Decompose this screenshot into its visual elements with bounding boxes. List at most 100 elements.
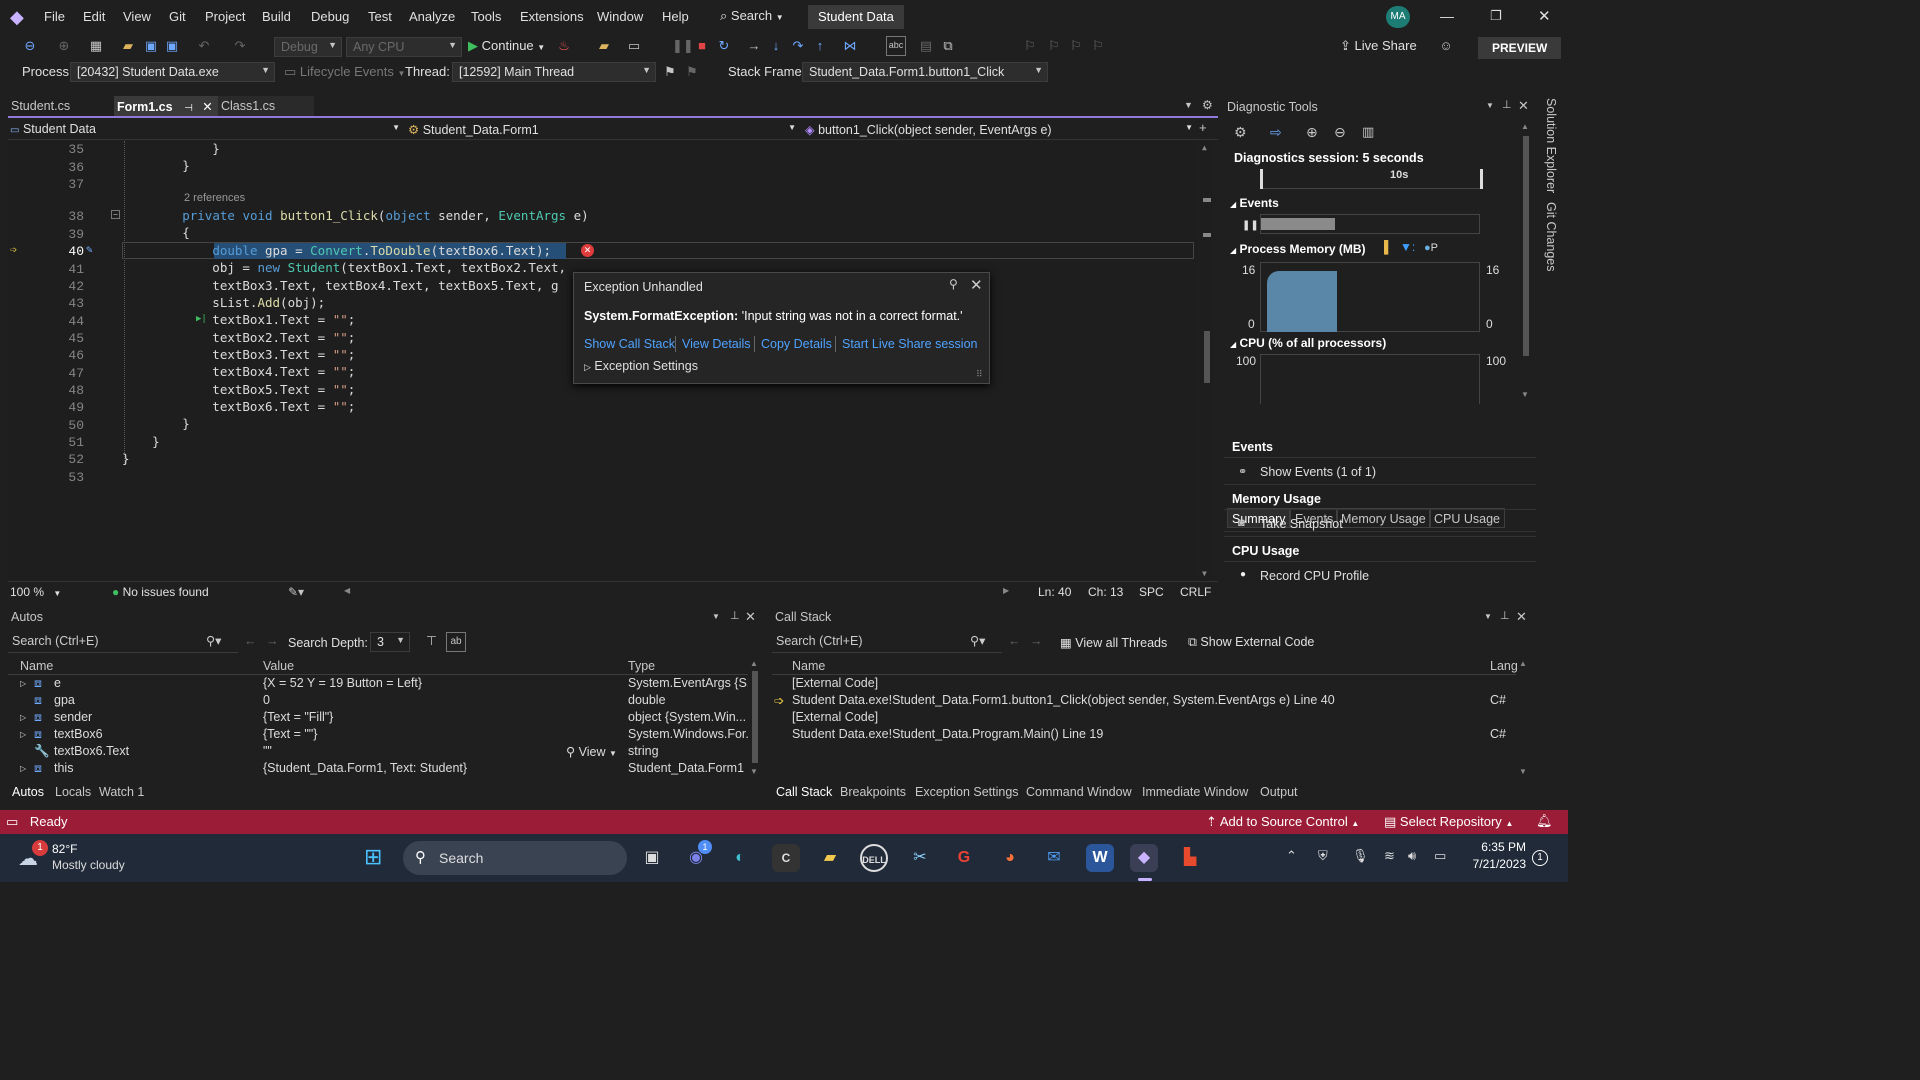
pause-icon[interactable]: ❚❚	[1242, 220, 1259, 231]
tab-autos[interactable]: Autos	[12, 785, 44, 799]
bookmark-icon[interactable]: ⚐	[1022, 38, 1038, 54]
folder-icon[interactable]: ▰	[596, 38, 612, 54]
tab-immediate-window[interactable]: Immediate Window	[1142, 785, 1248, 799]
edge-icon[interactable]: ◐	[726, 844, 754, 872]
git-changes-tab[interactable]: Git Changes	[1544, 202, 1558, 271]
close-icon[interactable]: ✕	[745, 609, 756, 625]
tab-command-window[interactable]: Command Window	[1026, 785, 1132, 799]
tab-watch-1[interactable]: Watch 1	[99, 785, 144, 799]
wifi-icon[interactable]: ≋	[1384, 848, 1395, 864]
clock-time[interactable]: 6:35 PM	[1468, 840, 1526, 854]
config-select[interactable]: Debug ▼	[274, 37, 342, 57]
search-depth-select[interactable]: 3 ▼	[370, 632, 410, 652]
restore-button[interactable]: ❐	[1490, 8, 1502, 24]
menu-debug[interactable]: Debug	[311, 9, 349, 24]
continue-button[interactable]: ▶ Continue ▼	[468, 38, 545, 54]
memory-chart[interactable]	[1260, 262, 1480, 332]
class-dropdown[interactable]: ⚙ Student_Data.Form1 ▼	[408, 122, 796, 138]
view-all-threads-button[interactable]: ▦ View all Threads	[1060, 635, 1167, 650]
close-window-button[interactable]: ✕	[1538, 7, 1551, 25]
scroll-down-icon[interactable]: ▼	[750, 767, 758, 776]
timeline-end-handle[interactable]	[1480, 169, 1483, 189]
record-cpu-profile-button[interactable]: Record CPU Profile	[1260, 569, 1369, 583]
tab-output[interactable]: Output	[1260, 785, 1298, 799]
show-call-stack-link[interactable]: Show Call Stack	[584, 337, 675, 351]
expand-icon[interactable]: ▷	[20, 730, 26, 739]
scroll-up-icon[interactable]: ▲	[1519, 659, 1527, 668]
tab-locals[interactable]: Locals	[55, 785, 91, 799]
search-forward-icon[interactable]: →	[266, 634, 279, 648]
pin-icon[interactable]: ⊣	[184, 103, 193, 114]
menu-build[interactable]: Build	[262, 9, 291, 24]
zoom-select[interactable]: 100 % ▼	[10, 585, 61, 599]
scroll-thumb[interactable]	[752, 671, 758, 763]
table-row[interactable]: ➩ Student Data.exe!Student_Data.Form1.bu…	[772, 693, 1516, 710]
project-dropdown[interactable]: ▭ Student Data ▼	[10, 122, 400, 138]
flag-icon[interactable]: ⚑	[662, 64, 678, 80]
gear-icon[interactable]: ⚙	[1202, 98, 1213, 112]
bookmark-prev-icon[interactable]: ⚐	[1046, 38, 1062, 54]
tab-exception-settings[interactable]: Exception Settings	[915, 785, 1019, 799]
timeline-ruler[interactable]: 10s	[1260, 169, 1483, 189]
scroll-up-icon[interactable]: ▲	[1521, 122, 1529, 131]
save-icon[interactable]: ▣	[143, 38, 159, 54]
table-row[interactable]: [External Code]	[772, 710, 1516, 727]
timeline-start-handle[interactable]	[1260, 169, 1263, 189]
brush-icon[interactable]: ✎▾	[288, 585, 304, 599]
view-details-link[interactable]: View Details	[682, 337, 751, 351]
minimize-button[interactable]: —	[1440, 8, 1454, 24]
pin-icon[interactable]: ⊥	[1500, 609, 1510, 622]
visual-studio-icon[interactable]: ◆	[1130, 844, 1158, 872]
menu-help[interactable]: Help	[662, 9, 689, 24]
preview-badge[interactable]: PREVIEW	[1478, 37, 1562, 59]
step-out-icon[interactable]: ↑	[812, 38, 828, 54]
tab-call-stack[interactable]: Call Stack	[776, 785, 832, 799]
tab-student-cs[interactable]: Student.cs	[8, 96, 108, 116]
stop-icon[interactable]: ■	[694, 38, 710, 54]
hex-display-icon[interactable]: ab	[446, 632, 466, 652]
volume-icon[interactable]: 🔊︎	[1408, 848, 1416, 864]
close-icon[interactable]: ✕	[1518, 98, 1529, 114]
table-row[interactable]: ▷ ⧈ sender {Text = "Fill"} object {Syste…	[8, 710, 748, 727]
snip-icon[interactable]: ✂	[906, 844, 934, 872]
hot-reload-icon[interactable]: ♨	[556, 38, 572, 54]
browser-icon[interactable]: ▭	[626, 38, 642, 54]
lifecycle-events[interactable]: ▭ Lifecycle Events ▼	[284, 64, 405, 80]
member-dropdown[interactable]: ◈ button1_Click(object sender, EventArgs…	[805, 122, 1193, 138]
close-icon[interactable]: ✕	[1516, 609, 1527, 625]
task-view-icon[interactable]: ▣	[638, 844, 666, 872]
solution-explorer-tab[interactable]: Solution Explorer	[1544, 98, 1558, 193]
menu-analyze[interactable]: Analyze	[409, 9, 455, 24]
terminal-icon[interactable]: C	[772, 844, 800, 872]
call-stack-search-input[interactable]: Search (Ctrl+E) ⚲▾	[772, 631, 1002, 653]
security-icon[interactable]: ⛨	[1318, 848, 1328, 864]
column-header-name[interactable]: Name	[792, 659, 825, 673]
start-live-share-link[interactable]: Start Live Share session	[842, 337, 978, 351]
menu-view[interactable]: View	[123, 9, 151, 24]
scroll-down-icon[interactable]: ▼	[1202, 569, 1207, 578]
show-external-code-button[interactable]: ⧉ Show External Code	[1188, 635, 1314, 650]
scroll-up-icon[interactable]: ▲	[1202, 143, 1207, 152]
autos-search-input[interactable]: Search (Ctrl+E) ⚲▾	[8, 631, 238, 653]
whitespace-indicator[interactable]: SPC	[1139, 585, 1164, 599]
pin-icon[interactable]: ⊥	[1502, 98, 1512, 111]
dell-icon[interactable]: DELL	[860, 844, 888, 872]
show-next-statement-icon[interactable]: →	[746, 38, 762, 54]
microphone-icon[interactable]: 🎙︎	[1352, 848, 1369, 864]
taskbar-search-box[interactable]: ⚲ Search	[403, 841, 627, 875]
h-scroll-right-icon[interactable]: ▶	[1003, 586, 1009, 595]
export-icon[interactable]: ⇨	[1270, 124, 1282, 141]
pin-icon[interactable]: ⊥	[730, 609, 740, 622]
variable-value[interactable]: {Text = ""}	[263, 727, 623, 741]
hex-icon[interactable]: ⋈	[842, 38, 858, 54]
tab-form1-cs[interactable]: Form1.cs ⊣ ✕	[114, 96, 218, 116]
expand-icon[interactable]: ▷	[20, 679, 26, 688]
expand-icon[interactable]: ▷	[20, 713, 26, 722]
chart-icon[interactable]: ▥	[1362, 124, 1374, 140]
add-to-source-control-button[interactable]: ⇡ Add to Source Control ▲	[1206, 814, 1359, 830]
autos-scrollbar[interactable]: ▲ ▼	[749, 657, 761, 779]
search-forward-icon[interactable]: →	[1030, 634, 1043, 648]
column-indicator[interactable]: Ch: 13	[1088, 585, 1123, 599]
pin-to-source-icon[interactable]: ⊤	[426, 633, 437, 648]
zoom-out-icon[interactable]: ⊖	[1334, 124, 1346, 141]
